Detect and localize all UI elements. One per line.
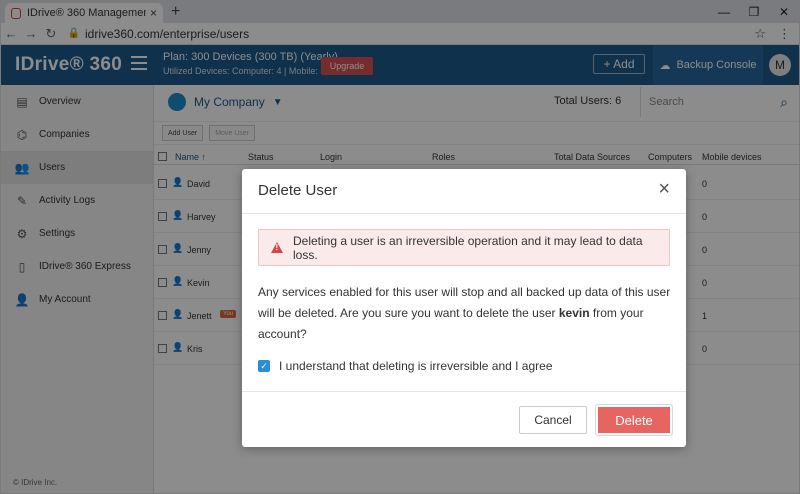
dialog-message: Any services enabled for this user will … [258, 282, 674, 345]
agree-label: I understand that deleting is irreversib… [279, 359, 553, 373]
user-to-delete: kevin [558, 306, 590, 320]
checkmark-icon[interactable]: ✓ [258, 360, 270, 372]
warning-icon [271, 242, 283, 253]
close-icon[interactable]: × [658, 179, 670, 199]
delete-button[interactable]: Delete [596, 405, 672, 435]
delete-user-dialog: Delete User × Deleting a user is an irre… [242, 169, 686, 447]
warning-alert: Deleting a user is an irreversible opera… [258, 229, 670, 266]
dialog-title: Delete User [258, 182, 338, 199]
cancel-button[interactable]: Cancel [519, 406, 587, 434]
dialog-header: Delete User × [242, 169, 686, 214]
browser-window: IDrive® 360 Management Conso × + — ❐ ✕ ←… [0, 0, 800, 494]
dialog-footer: Cancel Delete [242, 391, 686, 447]
alert-text: Deleting a user is an irreversible opera… [293, 233, 643, 262]
agree-checkbox[interactable]: ✓ I understand that deleting is irrevers… [258, 359, 553, 373]
